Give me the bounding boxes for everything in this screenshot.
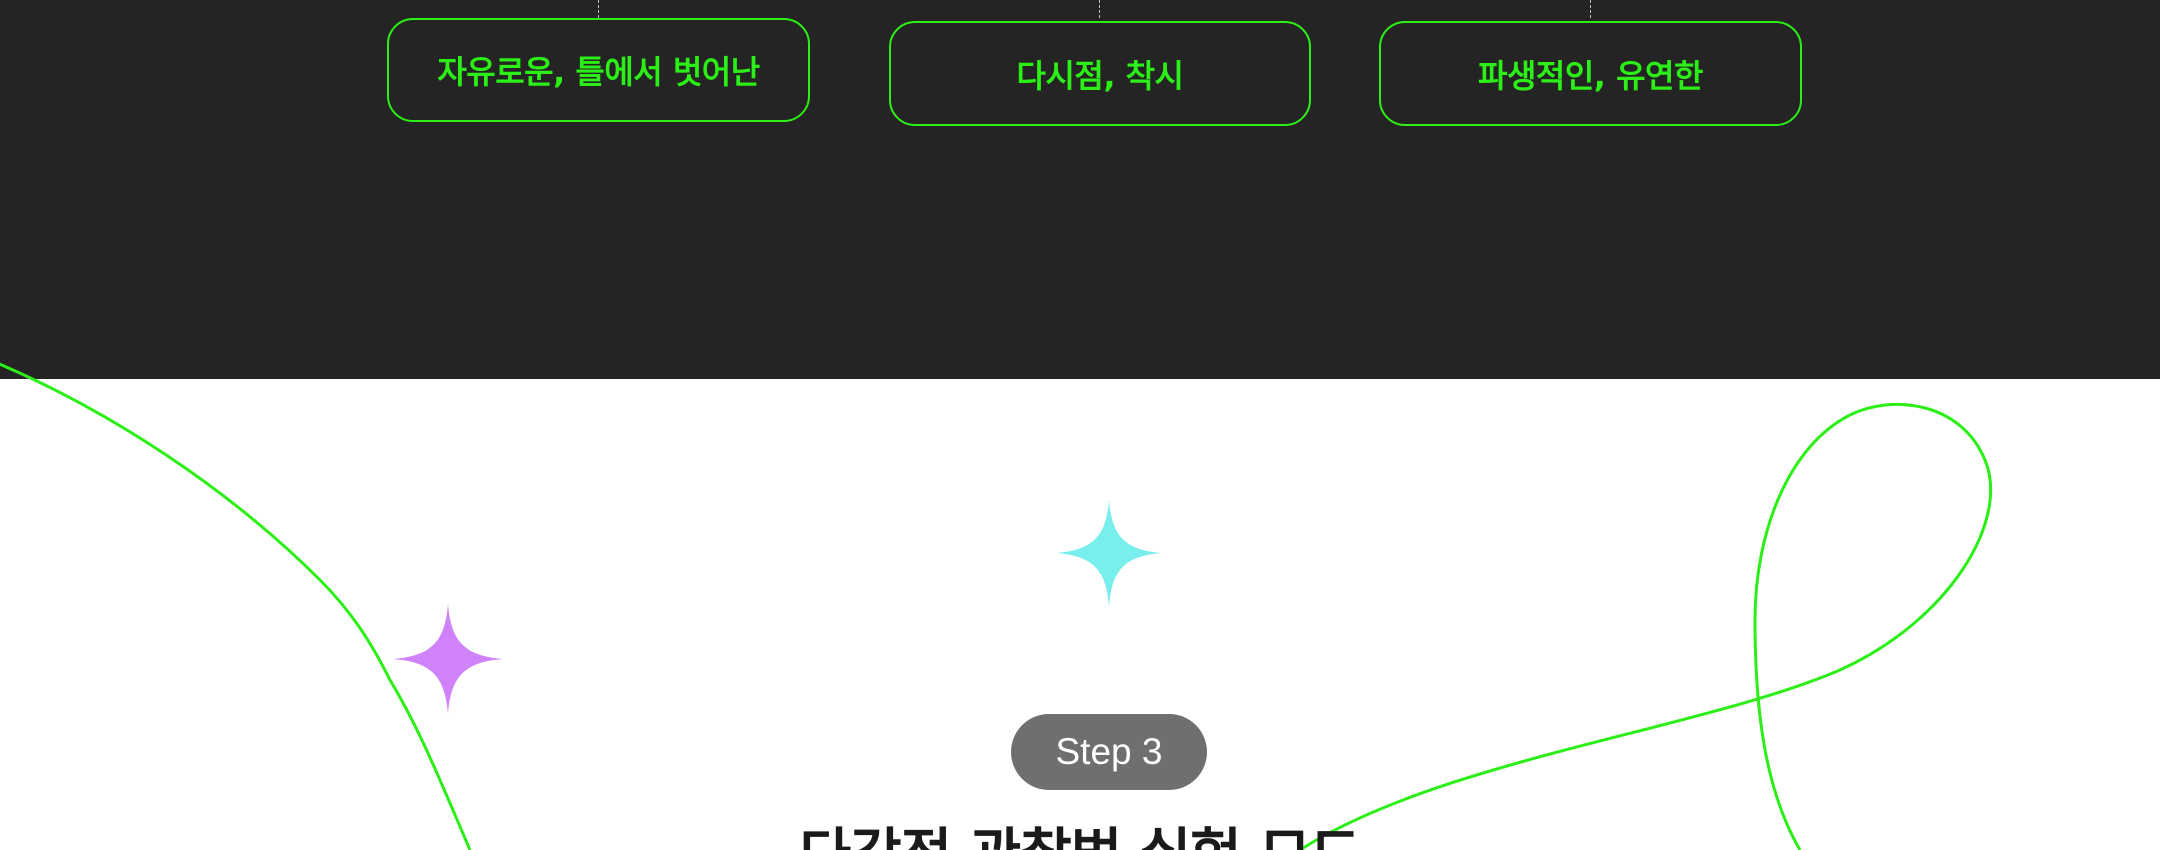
- step-badge-label: Step 3: [1055, 731, 1163, 772]
- section-heading: 다각적 관찰법 실험 모드: [0, 828, 2160, 850]
- right-loop-curve: [1299, 403, 1993, 850]
- sparkle-cyan-icon: [1056, 500, 1162, 606]
- sparkle-purple-icon: [393, 604, 503, 714]
- step-badge: Step 3: [1011, 714, 1207, 790]
- page: 자유로운, 틀에서 벗어난 다시점, 착시 파생적인, 유연한 Step 3 다…: [0, 0, 2160, 850]
